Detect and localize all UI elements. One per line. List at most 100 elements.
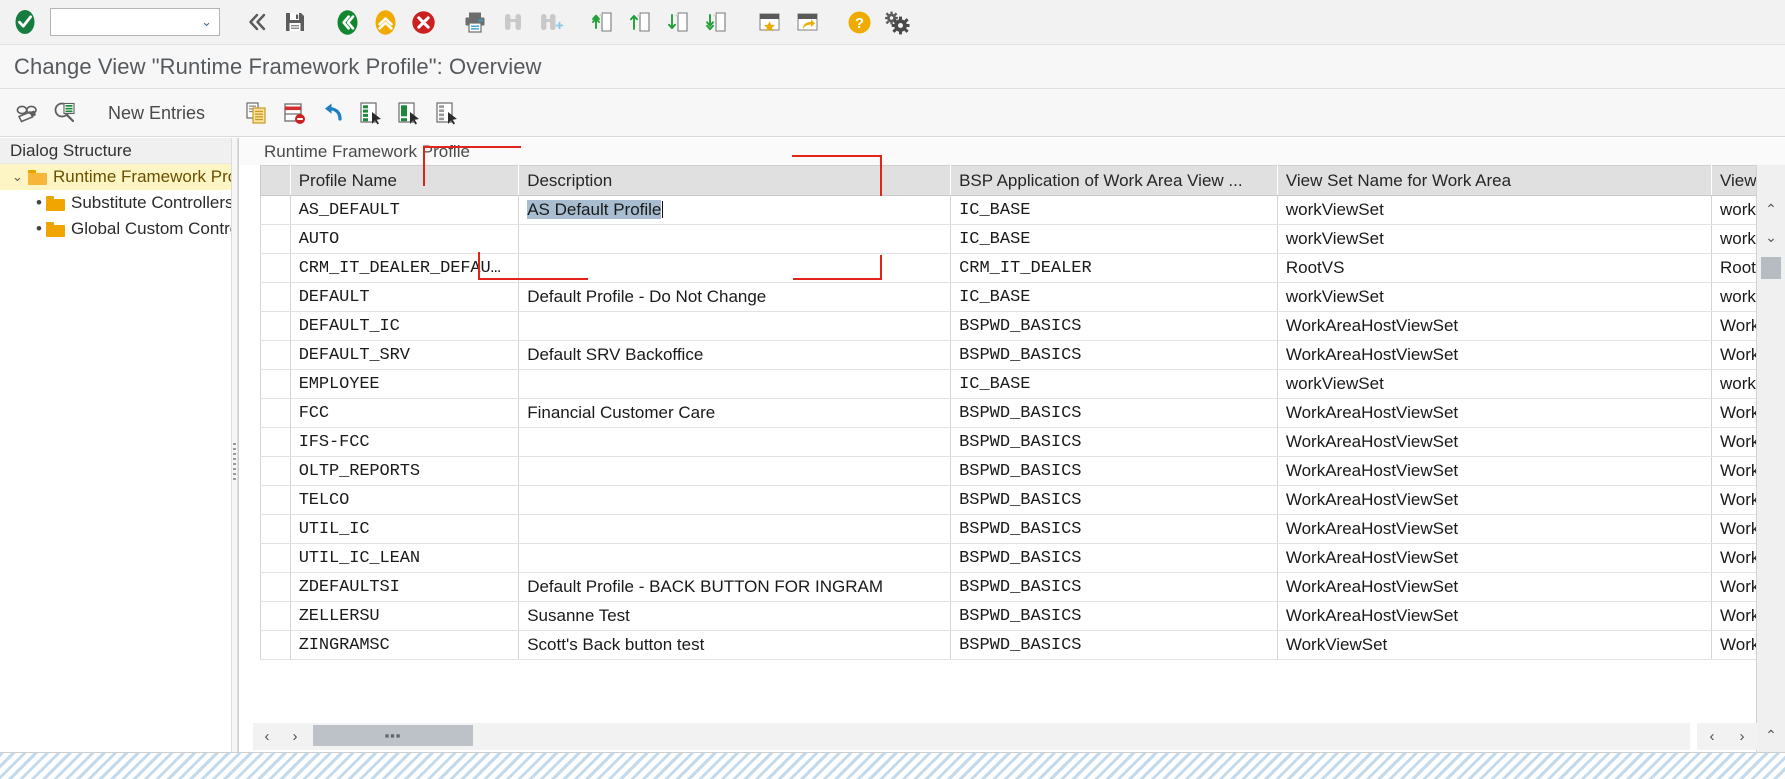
cell-profile-name[interactable]: UTIL_IC (290, 515, 519, 544)
select-all-icon[interactable] (351, 94, 389, 132)
row-select-cell[interactable] (261, 370, 291, 399)
table-row[interactable]: ZELLERSUSusanne TestBSPWD_BASICSWorkArea… (261, 602, 1785, 631)
column-header-view-set-name[interactable]: View Set Name for Work Area (1277, 166, 1711, 196)
cell-profile-name[interactable]: TELCO (290, 486, 519, 515)
table-row[interactable]: UTIL_IC_LEAN BSPWD_BASICSWorkAreaHostView… (261, 544, 1785, 573)
first-page-icon[interactable] (584, 3, 622, 41)
hscroll-right-button[interactable]: › (281, 724, 309, 749)
cell-profile-name[interactable]: FCC (290, 399, 519, 428)
table-row[interactable]: DEFAULT_SRVDefault SRV BackofficeBSPWD_B… (261, 341, 1785, 370)
row-select-header[interactable] (261, 166, 291, 196)
cell-bsp-application[interactable]: BSPWD_BASICS (951, 515, 1278, 544)
hscroll-far-right-button[interactable]: › (1740, 728, 1745, 745)
scroll-down-button[interactable]: ⌄ (1757, 223, 1785, 251)
hscroll-thumb[interactable]: ▪▪▪ (313, 725, 473, 746)
delete-row-icon[interactable] (275, 94, 313, 132)
table-row[interactable]: DEFAULT_IC BSPWD_BASICSWorkAreaHostViewSe… (261, 312, 1785, 341)
cell-description[interactable]: Default SRV Backoffice (519, 341, 951, 370)
scroll-up-button[interactable]: ⌃ (1757, 195, 1785, 223)
hscroll-track[interactable]: ▪▪▪ (309, 724, 1690, 749)
cell-view-set-name[interactable]: WorkAreaHostViewSet (1277, 486, 1711, 515)
column-header-description[interactable]: Description (519, 166, 951, 196)
cell-description[interactable] (519, 486, 951, 515)
cell-bsp-application[interactable]: BSPWD_BASICS (951, 631, 1278, 660)
row-select-cell[interactable] (261, 631, 291, 660)
chevron-down-icon[interactable]: ⌄ (201, 14, 212, 30)
cell-view-set-name[interactable]: WorkAreaHostViewSet (1277, 399, 1711, 428)
cell-bsp-application[interactable]: IC_BASE (951, 283, 1278, 312)
cell-profile-name[interactable]: DEFAULT (290, 283, 519, 312)
cell-bsp-application[interactable]: IC_BASE (951, 196, 1278, 225)
cell-description[interactable] (519, 312, 951, 341)
grid-vertical-scrollbar[interactable]: ⌃ ⌄ ⌃ ⌄ (1756, 165, 1785, 779)
cell-bsp-application[interactable]: BSPWD_BASICS (951, 399, 1278, 428)
cell-description[interactable] (519, 428, 951, 457)
cell-bsp-application[interactable]: BSPWD_BASICS (951, 486, 1278, 515)
table-row[interactable]: ZINGRAMSCScott's Back button testBSPWD_B… (261, 631, 1785, 660)
column-header-profile-name[interactable]: Profile Name (290, 166, 519, 196)
cell-bsp-application[interactable]: BSPWD_BASICS (951, 312, 1278, 341)
row-select-cell[interactable] (261, 399, 291, 428)
cell-view-set-name[interactable]: workViewSet (1277, 283, 1711, 312)
next-page-icon[interactable] (660, 3, 698, 41)
row-select-cell[interactable] (261, 573, 291, 602)
cell-profile-name[interactable]: UTIL_IC_LEAN (290, 544, 519, 573)
cell-bsp-application[interactable]: BSPWD_BASICS (951, 544, 1278, 573)
cell-description[interactable] (519, 225, 951, 254)
cell-view-set-name[interactable]: WorkAreaHostViewSet (1277, 457, 1711, 486)
save-icon[interactable] (276, 3, 314, 41)
table-row[interactable]: EMPLOYEEIC_BASEworkViewSetwork\ (261, 370, 1785, 399)
table-row[interactable]: FCCFinancial Customer CareBSPWD_BASICSWo… (261, 399, 1785, 428)
grid-horizontal-scroll-right-buttons[interactable]: ‹ › (1697, 723, 1757, 750)
cell-description[interactable]: Default Profile - Do Not Change (519, 283, 951, 312)
cell-description[interactable]: AS Default Profile (519, 196, 951, 225)
cell-profile-name[interactable]: OLTP_REPORTS (290, 457, 519, 486)
cell-bsp-application[interactable]: CRM_IT_DEALER (951, 254, 1278, 283)
cell-description[interactable] (519, 457, 951, 486)
previous-page-icon[interactable] (622, 3, 660, 41)
deselect-all-icon[interactable] (427, 94, 465, 132)
chevron-down-icon[interactable]: ⌄ (12, 169, 28, 185)
row-select-cell[interactable] (261, 254, 291, 283)
row-select-cell[interactable] (261, 312, 291, 341)
scroll-thumb[interactable] (1761, 257, 1781, 279)
cell-description[interactable]: Scott's Back button test (519, 631, 951, 660)
cancel-red-icon[interactable] (404, 3, 442, 41)
column-header-bsp-application[interactable]: BSP Application of Work Area View ... (951, 166, 1278, 196)
cell-description[interactable]: Financial Customer Care (519, 399, 951, 428)
cell-view-set-name[interactable]: WorkAreaHostViewSet (1277, 573, 1711, 602)
cell-description[interactable] (519, 515, 951, 544)
cell-bsp-application[interactable]: BSPWD_BASICS (951, 341, 1278, 370)
back-double-arrow-icon[interactable] (238, 3, 276, 41)
tree-item-substitute-controllers[interactable]: • Substitute Controllers (0, 190, 231, 216)
cell-view-set-name[interactable]: WorkAreaHostViewSet (1277, 544, 1711, 573)
customize-local-layout-icon[interactable] (878, 3, 916, 41)
row-select-cell[interactable] (261, 457, 291, 486)
cell-description[interactable]: Default Profile - BACK BUTTON FOR INGRAM (519, 573, 951, 602)
table-row[interactable]: AS_DEFAULTAS Default ProfileIC_BASEworkV… (261, 196, 1785, 225)
tree-item-global-custom-controller[interactable]: • Global Custom Contro (0, 216, 231, 242)
cell-profile-name[interactable]: AUTO (290, 225, 519, 254)
row-select-cell[interactable] (261, 341, 291, 370)
row-select-cell[interactable] (261, 428, 291, 457)
cell-view-set-name[interactable]: WorkAreaHostViewSet (1277, 515, 1711, 544)
cell-view-set-name[interactable]: workViewSet (1277, 225, 1711, 254)
undo-icon[interactable] (313, 94, 351, 132)
cell-view-set-name[interactable]: WorkAreaHostViewSet (1277, 312, 1711, 341)
hscroll-far-left-button[interactable]: ‹ (1710, 728, 1715, 745)
cell-view-set-name[interactable]: WorkAreaHostViewSet (1277, 341, 1711, 370)
print-icon[interactable] (456, 3, 494, 41)
row-select-cell[interactable] (261, 515, 291, 544)
new-entries-button[interactable]: New Entries (96, 96, 217, 130)
table-row[interactable]: DEFAULTDefault Profile - Do Not ChangeIC… (261, 283, 1785, 312)
cell-bsp-application[interactable]: IC_BASE (951, 225, 1278, 254)
row-select-cell[interactable] (261, 486, 291, 515)
cell-description[interactable] (519, 544, 951, 573)
cell-profile-name[interactable]: DEFAULT_IC (290, 312, 519, 341)
cell-view-set-name[interactable]: WorkAreaHostViewSet (1277, 602, 1711, 631)
scroll-page-up-button[interactable]: ⌃ (1757, 721, 1785, 749)
table-row[interactable]: TELCOBSPWD_BASICSWorkAreaHostViewSetWork (261, 486, 1785, 515)
table-row[interactable]: OLTP_REPORTSBSPWD_BASICSWorkAreaHostView… (261, 457, 1785, 486)
row-select-cell[interactable] (261, 544, 291, 573)
last-page-icon[interactable] (698, 3, 736, 41)
